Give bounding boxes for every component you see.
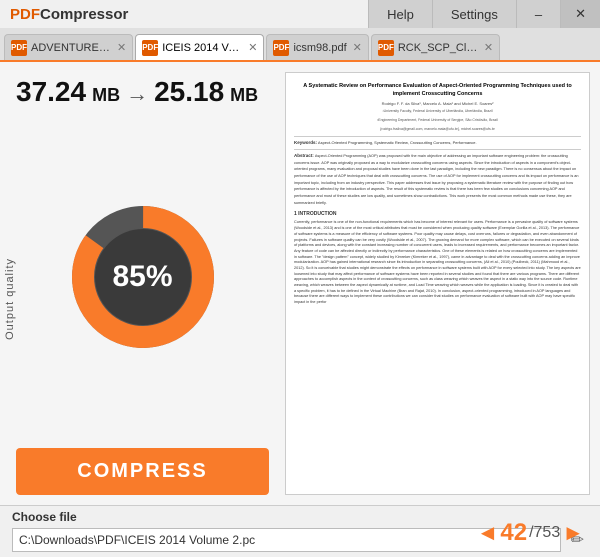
minimize-button[interactable]: –: [516, 0, 560, 28]
pdf-keywords-text: Aspect-Oriented Programming, Systematic …: [318, 140, 477, 145]
quality-label-wrapper: Output quality: [4, 152, 16, 445]
settings-button[interactable]: Settings: [432, 0, 516, 28]
tab-close-icsm98[interactable]: ✕: [353, 41, 362, 54]
title-btn-group: Help Settings – ✕: [368, 0, 600, 28]
tab-iceis[interactable]: PDF ICEIS 2014 Volum ✕: [135, 34, 264, 60]
nav-controls: ◄ 42 /753 ►: [477, 519, 584, 547]
pdf-keywords-label: Keywords:: [294, 140, 317, 145]
size-arrow: →: [126, 81, 148, 107]
size-before: 37.24: [16, 76, 86, 108]
pdf-affiliation2: ²Engineering Department, Federal Univers…: [294, 118, 581, 123]
app-name-pdf: PDF: [10, 6, 40, 23]
pdf-keywords-row: Keywords: Aspect-Oriented Programming, S…: [294, 140, 581, 146]
pdf-abstract-text: Aspect-Oriented Programming (AOP) was pr…: [294, 154, 579, 205]
pdf-divider1: [294, 136, 581, 137]
tab-icon-iceis: PDF: [142, 40, 158, 56]
tab-label-icsm98: icsm98.pdf: [293, 42, 346, 54]
size-unit-before: MB: [92, 85, 120, 106]
close-button[interactable]: ✕: [560, 0, 600, 28]
pdf-preview: A Systematic Review on Performance Evalu…: [285, 72, 590, 495]
tab-icon-icsm98: PDF: [273, 40, 289, 56]
pdf-abstract-label: Abstract:: [294, 153, 314, 158]
left-panel: 37.24 MB → 25.18 MB Output quality: [0, 62, 285, 505]
help-button[interactable]: Help: [368, 0, 432, 28]
tab-close-iceis[interactable]: ✕: [248, 41, 257, 54]
current-page: 42: [500, 519, 527, 547]
main-content: 37.24 MB → 25.18 MB Output quality: [0, 62, 600, 505]
donut-chart[interactable]: 85%: [63, 197, 223, 357]
prev-page-button[interactable]: ◄: [477, 522, 499, 544]
tab-close-adventure[interactable]: ✕: [117, 41, 126, 54]
pdf-abstract-row: Abstract: Aspect-Oriented Programming (A…: [294, 153, 581, 207]
pdf-emails: {rodrigo.fssilva@gmail.com, marcelo.maia…: [294, 127, 581, 132]
size-info: 37.24 MB → 25.18 MB: [16, 76, 269, 108]
app-title: PDFCompressor: [0, 0, 368, 28]
tab-close-rck[interactable]: ✕: [484, 41, 493, 54]
tab-label-rck: RCK_SCP_Clones: [398, 42, 478, 54]
right-panel: A Systematic Review on Performance Evalu…: [285, 62, 600, 505]
tab-label-iceis: ICEIS 2014 Volum: [162, 42, 242, 54]
tab-adventure[interactable]: PDF ADVENTURE NE ✕: [4, 34, 133, 60]
pdf-section1-title: 1 INTRODUCTION: [294, 211, 581, 218]
pdf-affiliation1: ¹University Faculty, Federal University …: [294, 109, 581, 114]
pdf-body1: Currently, performance is one of the non…: [294, 220, 581, 305]
next-page-button[interactable]: ►: [562, 522, 584, 544]
tab-icon-adventure: PDF: [11, 40, 27, 56]
chart-area: 85%: [16, 122, 269, 432]
size-unit-after: MB: [230, 85, 258, 106]
title-bar: PDFCompressor Help Settings – ✕: [0, 0, 600, 28]
tab-icon-rck: PDF: [378, 40, 394, 56]
app-name-rest: Compressor: [40, 6, 128, 23]
quality-label: Output quality: [4, 258, 16, 340]
compress-button[interactable]: COMPRESS: [16, 448, 269, 495]
size-after: 25.18: [154, 76, 224, 108]
pdf-divider2: [294, 149, 581, 150]
total-pages: /753: [529, 524, 560, 542]
tab-label-adventure: ADVENTURE NE: [31, 42, 111, 54]
tabs-bar: PDF ADVENTURE NE ✕ PDF ICEIS 2014 Volum …: [0, 28, 600, 62]
donut-percent: 85%: [112, 260, 172, 294]
pdf-title: A Systematic Review on Performance Evalu…: [294, 83, 581, 98]
pdf-authors: Rodrigo F. F. da Silva¹, Marcelo A. Maia…: [294, 101, 581, 107]
pdf-content: A Systematic Review on Performance Evalu…: [294, 83, 581, 306]
tab-icsm98[interactable]: PDF icsm98.pdf ✕: [266, 34, 368, 60]
tab-rck[interactable]: PDF RCK_SCP_Clones ✕: [371, 34, 500, 60]
